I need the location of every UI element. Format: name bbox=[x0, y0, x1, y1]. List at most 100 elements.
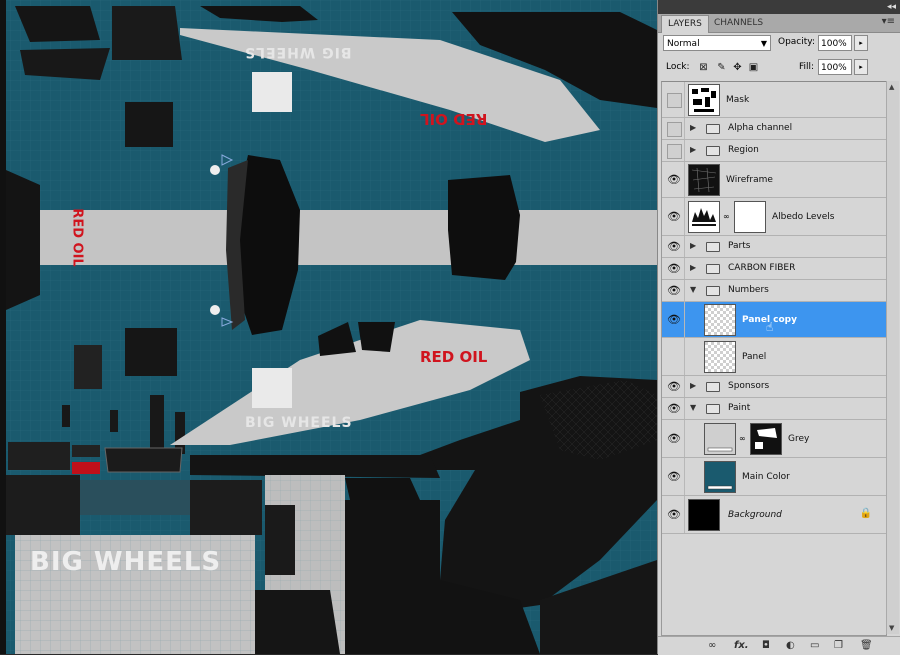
folder-icon bbox=[706, 264, 720, 274]
canvas-text-big-wheels-bottom: BIG WHEELS bbox=[30, 547, 222, 577]
lock-image-pixels-icon[interactable]: ✎ bbox=[716, 62, 727, 73]
expand-triangle-icon[interactable]: ▶ bbox=[690, 381, 696, 390]
layer-thumbnail-wireframe bbox=[688, 164, 720, 196]
scroll-down-arrow-icon[interactable]: ▼ bbox=[889, 624, 894, 632]
layer-row-main-color[interactable]: 👁 Main Color bbox=[662, 458, 886, 496]
layers-scrollbar[interactable]: ▲ ▼ bbox=[886, 81, 899, 634]
visibility-toggle-empty[interactable] bbox=[667, 144, 682, 159]
scroll-up-arrow-icon[interactable]: ▲ bbox=[889, 83, 894, 91]
tab-channels[interactable]: CHANNELS bbox=[708, 15, 769, 32]
layer-thumbnail-mask bbox=[688, 84, 720, 116]
eye-icon[interactable]: 👁 bbox=[665, 376, 683, 397]
layer-thumbnail-background bbox=[688, 499, 720, 531]
layer-row-sponsors[interactable]: 👁 ▶ Sponsors bbox=[662, 376, 886, 398]
levels-adjustment-icon bbox=[688, 201, 720, 233]
fill-input[interactable]: 100% bbox=[818, 59, 852, 75]
layer-row-panel-copy[interactable]: 👁 Panel copy ☝ bbox=[662, 302, 886, 338]
layer-mask-thumbnail bbox=[750, 423, 782, 455]
eye-icon[interactable]: 👁 bbox=[665, 458, 683, 495]
eye-icon[interactable]: 👁 bbox=[665, 258, 683, 279]
visibility-toggle-empty[interactable] bbox=[667, 93, 682, 108]
layer-name: Mask bbox=[726, 95, 750, 105]
add-mask-icon[interactable]: ◘ bbox=[762, 639, 770, 653]
eye-icon[interactable]: 👁 bbox=[665, 420, 683, 457]
layer-row-parts[interactable]: 👁 ▶ Parts bbox=[662, 236, 886, 258]
layer-row-numbers[interactable]: 👁 ▼ Numbers bbox=[662, 280, 886, 302]
chain-link-icon[interactable]: ∞ bbox=[723, 212, 730, 221]
lock-row: Lock: ⊠ ✎ ✥ ▣ Fill: 100% ▸ bbox=[658, 59, 900, 77]
layer-thumbnail-transparent bbox=[704, 341, 736, 373]
panel-tabs: LAYERS CHANNELS ▾≡ bbox=[658, 14, 900, 33]
lock-position-icon[interactable]: ✥ bbox=[732, 62, 743, 73]
fill-thumbnail-grey bbox=[704, 423, 736, 455]
layer-row-grey[interactable]: 👁 ∞ Grey bbox=[662, 420, 886, 458]
layers-bottom-toolbar: ∞ fx. ◘ ◐ ▭ ❐ 🗑 bbox=[658, 636, 900, 655]
panel-menu-icon[interactable]: ▾≡ bbox=[882, 16, 895, 27]
layer-name: Paint bbox=[728, 403, 751, 413]
expand-triangle-icon[interactable]: ▶ bbox=[690, 145, 696, 154]
folder-icon bbox=[706, 382, 720, 392]
blend-row: Normal ▼ Opacity: 100% ▸ bbox=[658, 35, 900, 53]
canvas-text-big-wheels-top: BIG WHEELS bbox=[244, 44, 352, 60]
eye-icon[interactable]: 👁 bbox=[665, 496, 683, 533]
expand-triangle-icon[interactable]: ▶ bbox=[690, 241, 696, 250]
eye-icon[interactable]: 👁 bbox=[665, 236, 683, 257]
layer-row-wireframe[interactable]: 👁 Wireframe bbox=[662, 162, 886, 198]
layer-row-background[interactable]: 👁 Background 🔒 bbox=[662, 496, 886, 534]
layer-row-albedo-levels[interactable]: 👁 ∞ Albedo Levels bbox=[662, 198, 886, 236]
layer-row-alpha-channel[interactable]: ▶ Alpha channel bbox=[662, 118, 886, 140]
new-group-icon[interactable]: ▭ bbox=[810, 639, 819, 653]
layer-row-region[interactable]: ▶ Region bbox=[662, 140, 886, 162]
fill-slider-button[interactable]: ▸ bbox=[854, 59, 868, 75]
collapse-panel-icon[interactable]: ◂◂ bbox=[887, 1, 896, 13]
folder-icon bbox=[706, 286, 720, 296]
lock-transparent-pixels-icon[interactable]: ⊠ bbox=[698, 62, 709, 73]
link-icon[interactable]: ∞ bbox=[708, 639, 716, 653]
visibility-toggle-empty[interactable] bbox=[667, 122, 682, 137]
layer-name: Main Color bbox=[742, 472, 790, 482]
layer-name: Region bbox=[728, 145, 759, 155]
layer-thumbnail-transparent bbox=[704, 304, 736, 336]
panel-title-bar: ◂◂ bbox=[658, 0, 900, 14]
expand-triangle-icon[interactable]: ▶ bbox=[690, 263, 696, 272]
layer-name: Grey bbox=[788, 434, 810, 444]
fx-icon[interactable]: fx. bbox=[734, 639, 749, 653]
canvas-text-big-wheels-mid: BIG WHEELS bbox=[245, 415, 353, 431]
layer-name: Alpha channel bbox=[728, 123, 793, 133]
collapse-triangle-icon[interactable]: ▼ bbox=[690, 285, 696, 294]
lock-label: Lock: bbox=[666, 62, 690, 72]
layer-name: Parts bbox=[728, 241, 751, 251]
expand-triangle-icon[interactable]: ▶ bbox=[690, 123, 696, 132]
opacity-label: Opacity: bbox=[778, 37, 815, 47]
lock-all-icon[interactable]: ▣ bbox=[748, 62, 759, 73]
chain-link-icon[interactable]: ∞ bbox=[739, 434, 746, 443]
opacity-input[interactable]: 100% bbox=[818, 35, 852, 51]
hand-cursor-icon: ☝ bbox=[766, 320, 774, 334]
tab-layers[interactable]: LAYERS bbox=[661, 15, 709, 33]
adjustment-icon[interactable]: ◐ bbox=[786, 639, 795, 653]
layer-row-carbon-fiber[interactable]: 👁 ▶ CARBON FIBER bbox=[662, 258, 886, 280]
eye-icon[interactable]: 👁 bbox=[665, 302, 683, 337]
layer-name: Background bbox=[728, 510, 782, 520]
layer-row-mask[interactable]: Mask bbox=[662, 82, 886, 118]
canvas-text-red-oil-top: RED OIL bbox=[420, 110, 488, 128]
eye-icon[interactable]: 👁 bbox=[665, 198, 683, 235]
collapse-triangle-icon[interactable]: ▼ bbox=[690, 403, 696, 412]
new-layer-icon[interactable]: ❐ bbox=[834, 639, 843, 653]
fill-thumbnail-main-color bbox=[704, 461, 736, 493]
layer-row-paint[interactable]: 👁 ▼ Paint bbox=[662, 398, 886, 420]
folder-icon bbox=[706, 146, 720, 156]
blend-mode-select[interactable]: Normal ▼ bbox=[663, 35, 771, 51]
lock-icon: 🔒 bbox=[859, 508, 872, 519]
trash-icon[interactable]: 🗑 bbox=[860, 639, 873, 653]
opacity-slider-button[interactable]: ▸ bbox=[854, 35, 868, 51]
eye-icon[interactable]: 👁 bbox=[665, 162, 683, 197]
eye-icon[interactable]: 👁 bbox=[665, 398, 683, 419]
folder-icon bbox=[706, 242, 720, 252]
layer-name: Albedo Levels bbox=[772, 212, 835, 222]
eye-icon[interactable]: 👁 bbox=[665, 280, 683, 301]
layer-name: CARBON FIBER bbox=[728, 263, 796, 273]
blend-mode-value: Normal bbox=[667, 39, 700, 49]
layer-row-panel[interactable]: Panel bbox=[662, 338, 886, 376]
document-canvas[interactable]: BIG WHEELS RED OIL RED OIL RED OIL BIG W… bbox=[0, 0, 657, 654]
